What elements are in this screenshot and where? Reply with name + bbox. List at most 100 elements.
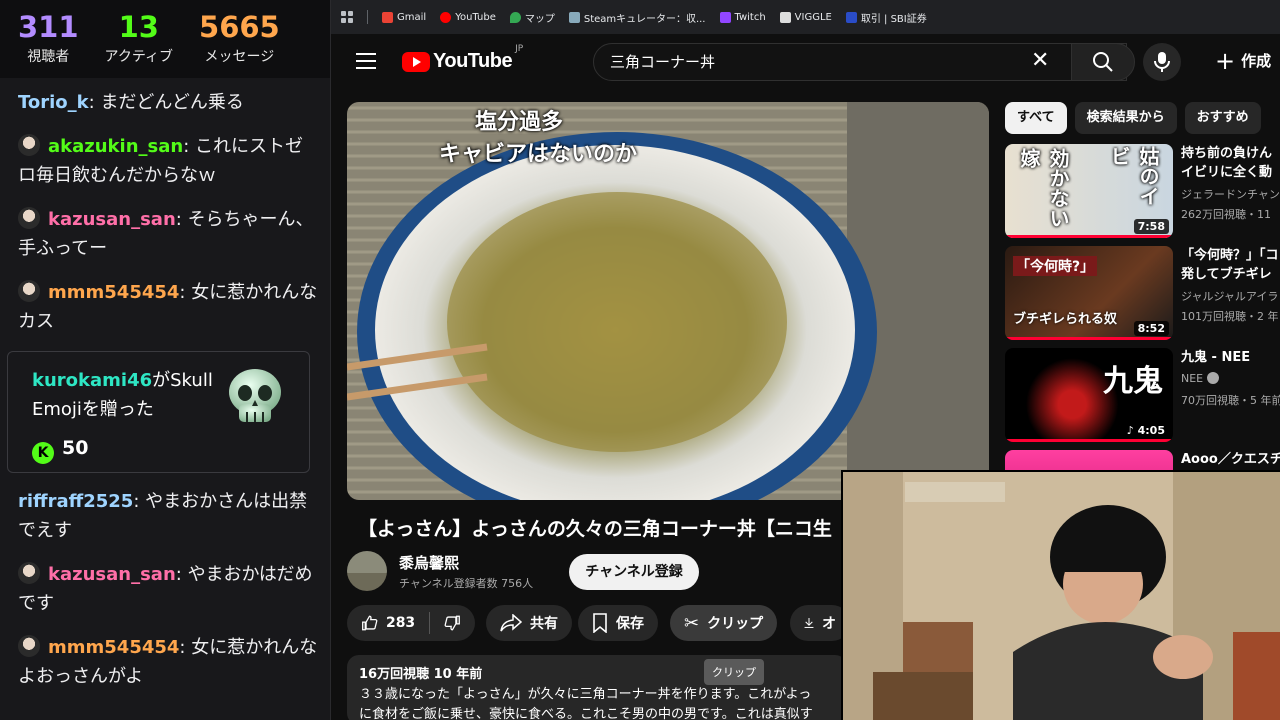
recommended-video[interactable]: 「今何時?」 ブチギレられる奴 8:52 「今何時？」「コ 発してブチギレ ジャル… [1005, 246, 1280, 340]
message-count: 5665 メッセージ [199, 10, 280, 78]
video-thumbnail[interactable]: 九鬼 ♪ 4:05 [1005, 348, 1173, 442]
chip-recommended[interactable]: おすすめ [1184, 102, 1261, 134]
bookmark-icon [593, 613, 607, 633]
like-count[interactable]: 283 [386, 615, 415, 631]
maps-icon [509, 11, 521, 23]
bookmark-maps[interactable]: マップ [509, 10, 555, 25]
share-icon [500, 614, 522, 632]
video-thumbnail[interactable]: 「今何時?」 ブチギレられる奴 8:52 [1005, 246, 1173, 340]
chat-username[interactable]: riffraff2525 [18, 491, 133, 512]
video-title: 【よっさん】よっさんの久々の三角コーナー丼【ニコ生 [358, 518, 832, 540]
bookmark-viggle[interactable]: VIGGLE [779, 11, 832, 23]
youtube-header: YouTube JP 三角コーナー丼 ✕ + 作成 [331, 34, 1280, 90]
video-thumbnail[interactable]: 効かない嫁 姑のイビ 7:58 [1005, 144, 1173, 238]
menu-icon[interactable] [356, 53, 376, 69]
webcam-feed [843, 472, 1280, 720]
like-divider [429, 612, 431, 634]
channel-name[interactable]: 黍烏馨熙 [399, 552, 459, 573]
chat-text: まだどんどん乗る [100, 92, 244, 113]
chat-username[interactable]: kazusan_san [48, 209, 176, 230]
recommended-video[interactable]: 効かない嫁 姑のイビ 7:58 持ち前の負けん イビリに全く動 ジェラードンチャン… [1005, 144, 1280, 238]
title-line: 持ち前の負けん [1181, 146, 1273, 161]
recommended-title: 「今何時？」「コ 発してブチギレ [1181, 246, 1280, 284]
twitch-icon [719, 11, 731, 23]
duration-text: 4:05 [1137, 424, 1165, 437]
recommended-title: Aooo／クエスチ [1181, 452, 1280, 467]
description-box[interactable]: 16万回視聴 10 年前 ３３歳になった「よっさん」が久々に三角コーナー丼を作り… [347, 655, 847, 720]
bookmark-steam[interactable]: Steamキュレーター：収... [568, 10, 706, 25]
recommended-channel: ジェラードンチャン [1181, 188, 1280, 201]
bookmark-label: 取引 | SBI証券 [860, 13, 927, 25]
watched-progress [1005, 439, 1173, 442]
title-line: 発してブチギレ [1181, 267, 1272, 282]
voice-search-button[interactable] [1143, 43, 1181, 81]
create-button[interactable]: + 作成 [1215, 49, 1271, 73]
skull-emoji-icon [229, 369, 281, 422]
search-button[interactable] [1071, 43, 1135, 81]
video-caption-line2: キャビアはないのか [439, 142, 638, 167]
chat-username[interactable]: mmm545454 [48, 637, 179, 658]
screen: 311 視聴者 13 アクティブ 5665 メッセージ Torio_k: まだど… [0, 0, 1280, 720]
chat-message: Torio_k: まだどんどん乗る [18, 92, 244, 113]
bookmark-gmail[interactable]: Gmail [382, 11, 427, 23]
active-count: 13 アクティブ [105, 10, 173, 78]
clip-button[interactable]: ✂ クリップ [670, 605, 778, 641]
chat-message: mmm545454: 女に惹かれんなカス [18, 280, 318, 332]
thumbnail-text: 姑のイビ [1107, 146, 1160, 206]
chip-all[interactable]: すべて [1005, 102, 1067, 134]
chat-username[interactable]: kazusan_san [48, 564, 176, 585]
chat-username[interactable]: mmm545454 [48, 282, 179, 303]
recommended-video[interactable]: 九鬼 ♪ 4:05 九鬼 - NEE NEE 70万回視聴・5 年前 [1005, 348, 1280, 442]
chip-from-results[interactable]: 検索結果から [1074, 102, 1177, 134]
thumbs-up-icon[interactable] [361, 613, 378, 633]
title-line: イビリに全く動 [1181, 165, 1273, 180]
gift-username[interactable]: kurokami46 [32, 370, 152, 391]
gift-text: kurokami46がSkull Emojiを贈った [32, 366, 232, 424]
bookmark-youtube[interactable]: YouTube [440, 11, 496, 23]
bookmark-twitch[interactable]: Twitch [719, 11, 766, 23]
viewer-count-value: 311 [18, 10, 79, 44]
youtube-wordmark: YouTube [433, 50, 513, 72]
bookmark-label: Twitch [734, 11, 766, 23]
chat-username[interactable]: akazukin_san [48, 136, 183, 157]
kick-coin-icon: K [32, 442, 54, 464]
recommended-meta: 262万回視聴・11 [1181, 208, 1271, 221]
thumbnail-text: 九鬼 [1103, 364, 1163, 399]
save-button[interactable]: 保存 [578, 605, 658, 641]
verified-badge-icon [1206, 372, 1219, 384]
message-count-value: 5665 [199, 10, 280, 44]
bookmark-label: Gmail [397, 11, 427, 23]
download-icon [804, 618, 814, 628]
video-caption-line1: 塩分過多 [475, 110, 564, 135]
clip-label: クリップ [707, 616, 764, 632]
gift-amount: K 50 [32, 437, 309, 464]
bookmark-label: YouTube [455, 11, 496, 23]
apps-grid-icon[interactable] [341, 11, 353, 23]
channel-text: NEE [1181, 372, 1204, 385]
chat-username[interactable]: Torio_k [18, 92, 89, 113]
chat-message: riffraff2525: やまおかさんは出禁でえす [18, 491, 308, 541]
clear-search-icon[interactable]: ✕ [1031, 50, 1049, 72]
chat-panel: 311 視聴者 13 アクティブ 5665 メッセージ Torio_k: まだど… [0, 0, 331, 720]
webcam-overlay [841, 470, 1280, 720]
title-line: 「今何時？」「コ [1181, 248, 1279, 263]
viewer-count-label: 視聴者 [27, 49, 70, 65]
channel-avatar[interactable] [347, 551, 387, 591]
youtube-play-icon [402, 51, 430, 72]
video-player[interactable]: 塩分過多 キャビアはないのか [347, 102, 989, 500]
subscribe-button[interactable]: チャンネル登録 [569, 554, 699, 590]
watched-progress [1005, 337, 1173, 340]
chat-message: kazusan_san: そらちゃーん、手ふってー [18, 207, 314, 259]
bookmark-sbi[interactable]: 取引 | SBI証券 [845, 10, 927, 25]
thumbnail-text: ブチギレられる奴 [1013, 312, 1118, 327]
chat-message: kazusan_san: やまおかはだめです [18, 562, 313, 614]
share-button[interactable]: 共有 [486, 605, 572, 641]
youtube-logo[interactable]: YouTube JP [402, 44, 523, 73]
bookmark-label: VIGGLE [794, 11, 832, 23]
user-badge-icon [18, 280, 40, 302]
viewer-count: 311 視聴者 [18, 10, 79, 78]
recommended-channel: ジャルジャルアイラ [1181, 290, 1279, 303]
bookmark-label: マップ [524, 13, 555, 25]
thumbnail-text: 効かない嫁 [1017, 148, 1070, 228]
thumbs-down-icon[interactable] [444, 613, 461, 633]
